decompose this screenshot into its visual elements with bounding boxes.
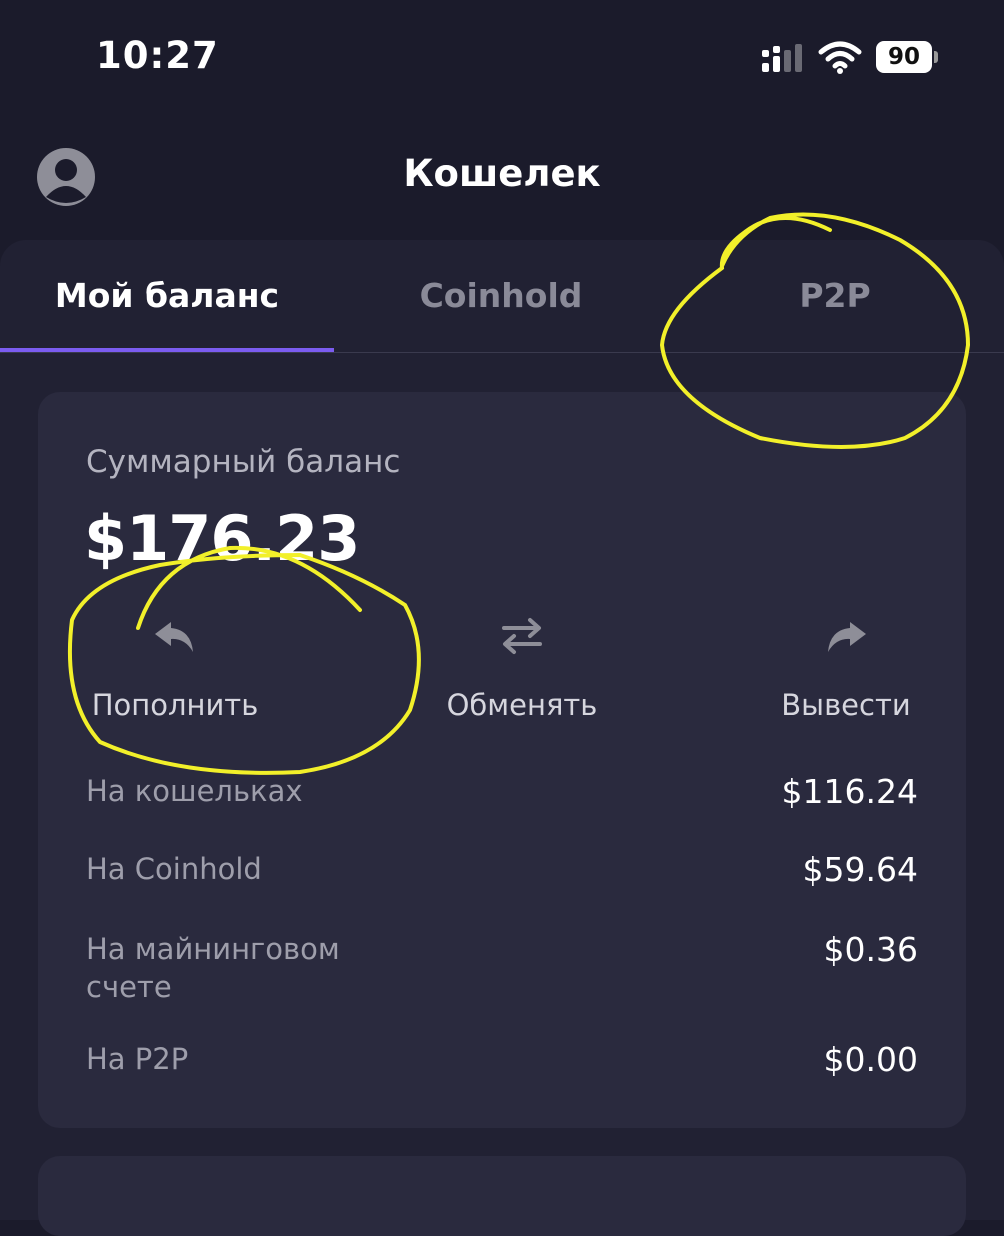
exchange-label: Обменять — [446, 688, 598, 722]
row-value: $116.24 — [781, 772, 918, 811]
swap-arrows-icon — [502, 618, 542, 654]
wifi-icon — [818, 41, 862, 74]
row-label: На майнинговом счете — [86, 932, 340, 1004]
tab-p2p[interactable]: P2P — [668, 276, 1002, 315]
battery-level: 90 — [876, 41, 932, 73]
tab-bar: Мой баланс Coinhold P2P — [0, 240, 1004, 354]
row-label: На Coinhold — [86, 852, 262, 886]
tabs-divider — [0, 352, 1004, 353]
deposit-button[interactable]: Пополнить — [84, 612, 266, 722]
secondary-card — [38, 1156, 966, 1236]
total-balance-amount: $176.23 — [84, 502, 360, 575]
reply-arrow-icon — [155, 622, 193, 652]
exchange-button[interactable]: Обменять — [430, 612, 614, 722]
row-value: $59.64 — [802, 850, 918, 889]
row-label: На P2P — [86, 1042, 189, 1076]
tab-my-balance[interactable]: Мой баланс — [0, 276, 334, 315]
row-value: $0.36 — [823, 930, 918, 969]
deposit-label: Пополнить — [91, 688, 259, 722]
page-title: Кошелек — [403, 152, 601, 195]
total-balance-label: Суммарный баланс — [86, 444, 401, 480]
balance-card: Суммарный баланс $176.23 Пополнить Обмен… — [38, 392, 966, 1128]
withdraw-label: Вывести — [781, 688, 911, 722]
status-bar: 10:27 90 — [0, 0, 1004, 110]
battery-cap — [934, 51, 938, 63]
forward-arrow-icon — [828, 622, 866, 652]
status-time: 10:27 — [96, 34, 219, 77]
row-value: $0.00 — [823, 1040, 918, 1079]
cellular-signal-icon — [762, 44, 802, 72]
tab-coinhold[interactable]: Coinhold — [334, 276, 668, 315]
withdraw-button[interactable]: Вывести — [766, 612, 926, 722]
battery-indicator: 90 — [876, 41, 938, 73]
row-label: На кошельках — [86, 774, 303, 808]
